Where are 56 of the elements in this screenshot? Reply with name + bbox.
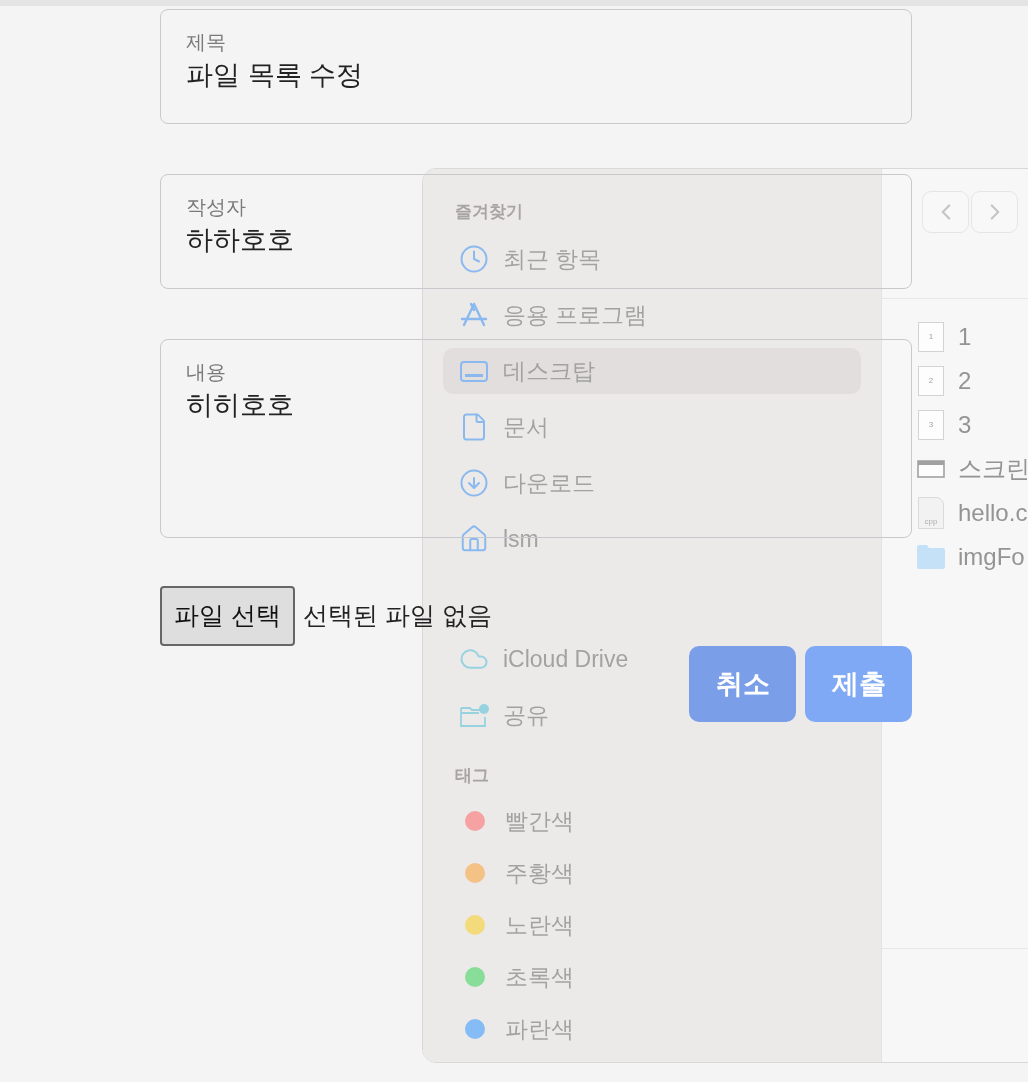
submit-button[interactable]: 제출 <box>805 646 912 722</box>
sidebar-item[interactable]: 공유 <box>443 692 557 738</box>
file-name: imgFo <box>958 542 1025 572</box>
file-row[interactable]: 3 3 <box>882 403 1028 447</box>
tag-label: 노란색 <box>505 910 574 940</box>
cancel-button[interactable]: 취소 <box>689 646 796 722</box>
sidebar-label: 다운로드 <box>503 468 595 498</box>
file-row[interactable]: imgFo <box>882 535 1028 579</box>
download-icon <box>459 468 489 498</box>
sidebar-label: iCloud Drive <box>503 644 629 674</box>
field-value: 히히호호 <box>186 389 294 422</box>
tag-label: 초록색 <box>505 962 574 992</box>
choose-file-button[interactable]: 파일 선택 <box>160 586 295 646</box>
sidebar-label: 데스크탑 <box>503 356 595 386</box>
input-field[interactable]: 제목 파일 목록 수정 <box>160 9 912 124</box>
file-name: 2 <box>958 366 972 396</box>
file-status-text: 선택된 파일 없음 <box>302 600 492 632</box>
file-row[interactable]: 1 1 <box>882 315 1028 359</box>
field-value: 파일 목록 수정 <box>186 59 363 92</box>
tag-item[interactable]: 노란색 <box>443 899 582 951</box>
section-header: 태그 <box>455 765 489 787</box>
forward-button[interactable] <box>971 191 1018 233</box>
section-header: 즐겨찾기 <box>455 201 523 223</box>
sidebar-item[interactable]: 문서 <box>443 404 557 450</box>
file-name: 3 <box>958 410 972 440</box>
sidebar-label: 문서 <box>503 412 549 442</box>
tag-label: 주황색 <box>505 858 574 888</box>
sidebar-item[interactable]: 다운로드 <box>443 460 603 506</box>
sidebar-item[interactable]: iCloud Drive <box>443 636 637 682</box>
sidebar-item[interactable]: 응용 프로그램 <box>443 292 656 338</box>
page-thumbnail-icon: 1 <box>918 322 944 352</box>
sidebar-label: 공유 <box>503 700 549 730</box>
sidebar-label: 응용 프로그램 <box>503 300 648 330</box>
folder-icon <box>916 544 946 570</box>
tag-item[interactable]: 파란색 <box>443 1003 582 1055</box>
file-row[interactable]: 스크린 <box>882 447 1028 491</box>
tag-item[interactable]: 빨간색 <box>443 795 582 847</box>
file-row[interactable]: 2 2 <box>882 359 1028 403</box>
field-value: 하하호호 <box>186 224 294 257</box>
tag-label: 파란색 <box>505 1014 574 1044</box>
file-name: 스크린 <box>958 454 1028 484</box>
field-label: 작성자 <box>186 195 246 220</box>
home-icon <box>459 524 489 554</box>
field-label: 내용 <box>186 360 226 385</box>
page-thumbnail-icon: 3 <box>918 410 944 440</box>
sidebar-item[interactable]: 데스크탑 <box>443 348 861 394</box>
screenshot-icon <box>917 459 945 479</box>
tag-item[interactable]: 초록색 <box>443 951 582 1003</box>
tag-item[interactable]: 주황색 <box>443 847 582 899</box>
back-button[interactable] <box>922 191 969 233</box>
sidebar-label: 최근 항목 <box>503 244 602 274</box>
tag-label: 빨간색 <box>505 806 574 836</box>
file-name: 1 <box>958 322 972 352</box>
field-label: 제목 <box>186 30 226 55</box>
page-thumbnail-icon: 2 <box>918 366 944 396</box>
file-name: hello.c <box>958 498 1028 528</box>
